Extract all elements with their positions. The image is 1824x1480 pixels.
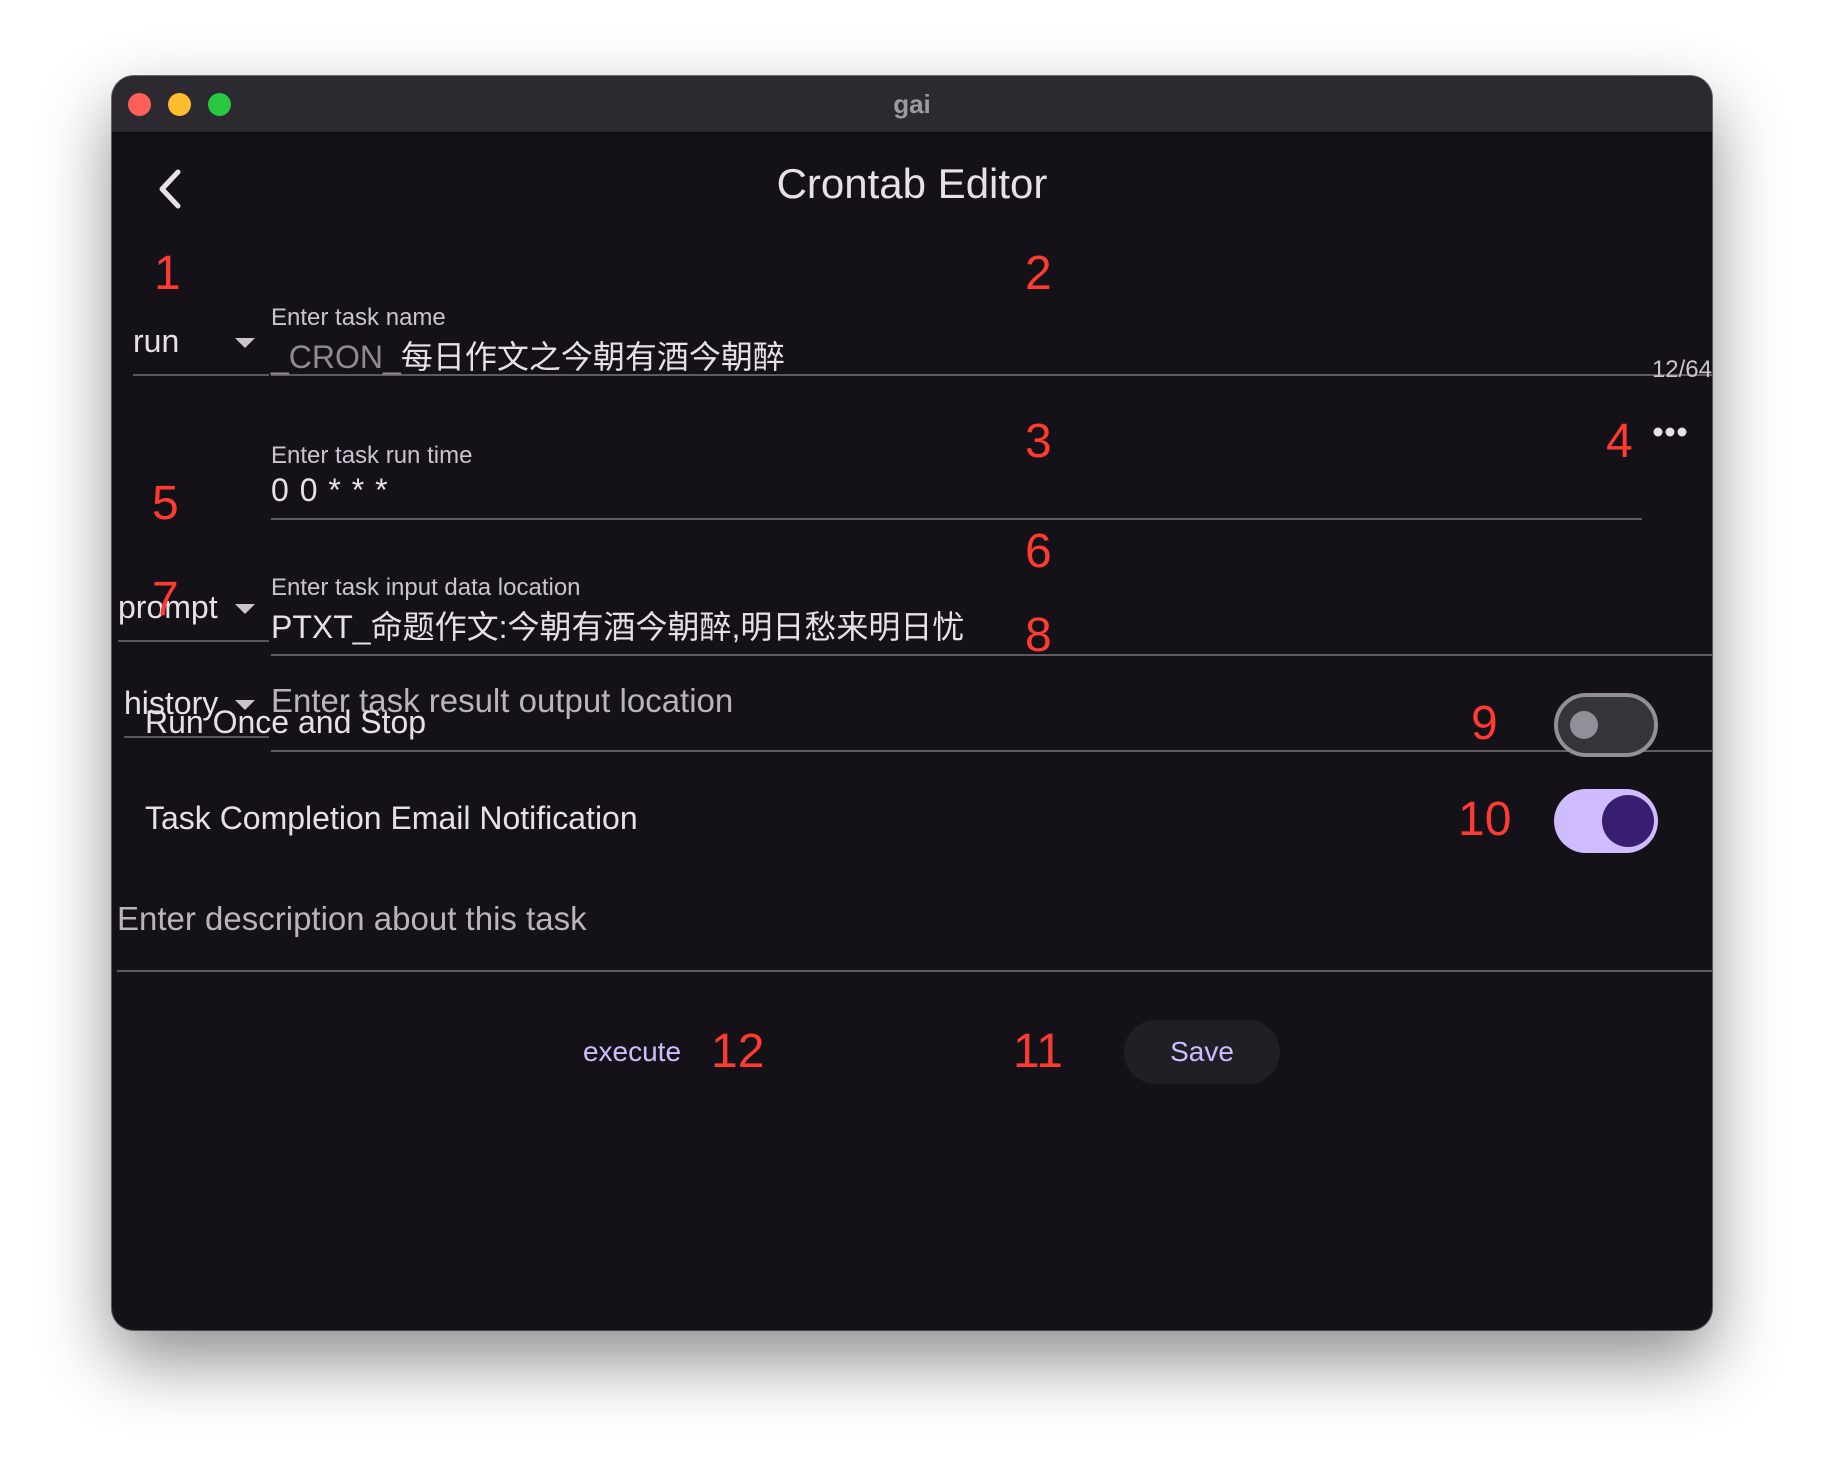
annotation-marker: 10 (1458, 793, 1512, 846)
description-field[interactable]: Enter description about this task (117, 876, 1712, 972)
dropdown-arrow-icon (235, 338, 255, 348)
task-name-label: Enter task name (271, 304, 446, 331)
switch-knob (1602, 795, 1654, 847)
window-title: gai (893, 89, 931, 119)
annotation-marker: 9 (1471, 697, 1498, 750)
description-input[interactable]: Enter description about this task (117, 900, 587, 938)
email-notification-switch[interactable] (1554, 789, 1658, 853)
annotation-marker: 4 (1606, 415, 1633, 468)
email-notification-label: Task Completion Email Notification (145, 800, 638, 836)
input-type-dropdown[interactable]: prompt (118, 546, 269, 642)
input-location-input[interactable]: PTXT_命题作文:今朝有酒今朝醉,明日愁来明日忧 (271, 602, 964, 648)
page-title: Crontab Editor (776, 160, 1048, 207)
annotation-marker: 6 (1025, 525, 1052, 578)
run-time-label: Enter task run time (271, 442, 473, 469)
input-location-label: Enter task input data location (271, 574, 581, 601)
save-button[interactable]: Save (1124, 1020, 1280, 1084)
switch-knob (1570, 711, 1598, 739)
annotation-marker: 1 (154, 247, 181, 300)
execute-button[interactable]: execute (552, 1020, 712, 1084)
more-horizontal-icon (1653, 427, 1687, 437)
annotation-marker: 11 (1013, 1025, 1063, 1078)
annotation-marker: 5 (152, 477, 179, 530)
title-bar: gai (112, 76, 1712, 133)
task-name-value: 每日作文之今朝有酒今朝醉 (400, 339, 785, 375)
input-location-field[interactable]: Enter task input data location PTXT_命题作文… (271, 546, 1712, 656)
run-time-field[interactable]: Enter task run time 0 0 * * * (271, 396, 1642, 520)
run-once-switch[interactable] (1554, 693, 1658, 757)
task-type-value: run (133, 323, 180, 359)
run-time-input[interactable]: 0 0 * * * (271, 472, 389, 509)
annotation-marker: 7 (152, 573, 179, 626)
task-name-field[interactable]: Enter task name _CRON_每日作文之今朝有酒今朝醉 (271, 256, 1712, 376)
annotation-marker: 3 (1025, 415, 1052, 468)
task-name-prefix: _CRON_ (271, 339, 401, 375)
annotation-marker: 12 (711, 1025, 765, 1078)
dropdown-arrow-icon (235, 604, 255, 614)
app-window: gai Crontab Editor run Enter task name _… (112, 76, 1712, 1330)
annotation-marker: 8 (1025, 609, 1052, 662)
annotation-marker: 2 (1025, 247, 1052, 300)
task-name-input[interactable]: _CRON_每日作文之今朝有酒今朝醉 (271, 332, 785, 378)
task-name-counter: 12/64 (1651, 356, 1712, 383)
more-options-button[interactable] (1650, 422, 1690, 442)
run-once-label: Run Once and Stop (145, 704, 427, 740)
